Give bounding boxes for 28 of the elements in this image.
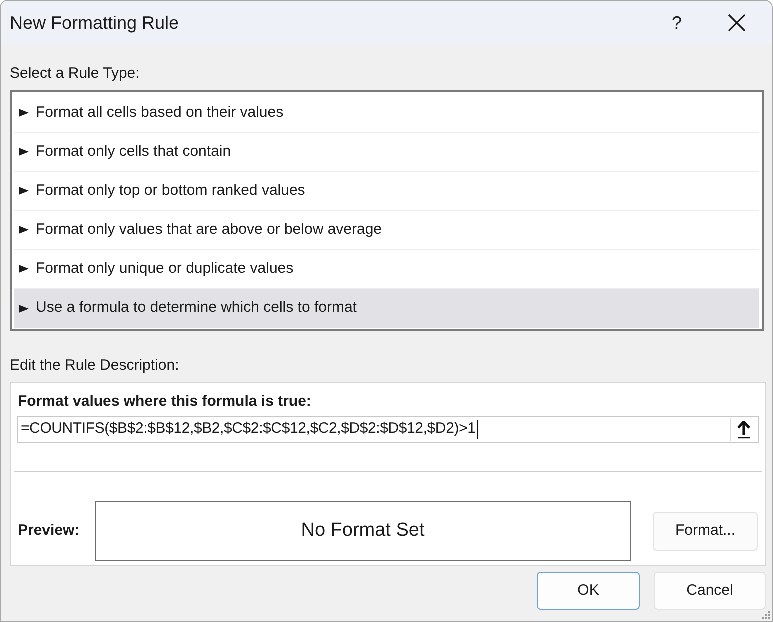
window-title: New Formatting Rule — [10, 12, 180, 35]
formula-text: =COUNTIFS($B$2:$B$12,$B2,$C$2:$C$12,$C2,$D$2:$D$12,$D2)>1 — [21, 419, 476, 440]
triangle-icon — [19, 187, 29, 195]
rule-type-text: Format only cells that contain — [36, 142, 232, 162]
rule-type-text: Format all cells based on their values — [36, 102, 284, 123]
rule-type-text: Format only unique or duplicate values — [36, 258, 294, 279]
triangle-icon — [19, 304, 29, 312]
format-button[interactable]: Format... — [653, 512, 758, 550]
rule-description-label: Edit the Rule Description: — [10, 356, 180, 376]
resize-grip-icon[interactable] — [761, 610, 770, 619]
dialog-button[interactable]: Cancel — [654, 572, 766, 610]
preview-sample-text: No Format Set — [301, 518, 425, 543]
formula-label: Format values where this formula is true: — [17, 392, 312, 412]
triangle-icon — [19, 226, 29, 234]
preview-label: Preview: — [18, 520, 81, 541]
triangle-icon — [19, 148, 29, 156]
triangle-icon — [19, 265, 29, 273]
rule-type-item[interactable]: Use a formula to determine which cells to format — [14, 289, 759, 328]
triangle-icon — [19, 109, 29, 117]
help-button[interactable]: ? — [654, 1, 700, 45]
rule-type-label: Select a Rule Type: — [10, 64, 141, 84]
formula-field[interactable]: =COUNTIFS($B$2:$B$12,$B2,$C$2:$C$12,$C2,$D$2:$D$12,$D2)>1 — [17, 416, 759, 443]
rule-type-text: Format only values that are above or below average — [36, 220, 382, 240]
close-icon — [728, 14, 746, 32]
dialog-button[interactable]: OK — [537, 572, 640, 610]
rule-type-text: Use a formula to determine which cells to format — [36, 298, 357, 318]
arrow-up-icon — [737, 420, 751, 438]
rule-type-text: Format only top or bottom ranked values — [36, 180, 306, 201]
